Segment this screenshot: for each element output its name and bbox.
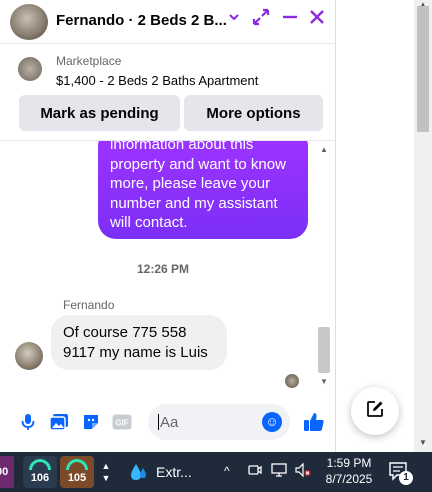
sender-avatar[interactable] [15, 342, 43, 370]
chat-title[interactable]: Fernando · 2 Beds 2 B... [56, 12, 227, 29]
incoming-message-text: Of course 775 558 9117 my name is Luis [63, 324, 208, 361]
incoming-message[interactable]: Of course 775 558 9117 my name is Luis [51, 315, 227, 370]
message-input-container[interactable]: ☺ [148, 404, 290, 440]
water-drop-icon [131, 464, 146, 480]
gif-icon[interactable]: GIF [112, 412, 132, 432]
taskbar-app-2-value: 106 [30, 472, 50, 484]
taskbar-clock[interactable]: 1:59 PM 8/7/2025 [318, 455, 380, 487]
message-scrollbar[interactable]: ▲ ▼ [316, 143, 332, 391]
network-icon[interactable] [270, 462, 288, 483]
message-scroll-thumb[interactable] [318, 327, 330, 373]
close-icon[interactable] [308, 8, 326, 31]
page-scroll-thumb[interactable] [417, 6, 429, 132]
compose-icon [366, 400, 384, 423]
chat-header: Fernando · 2 Beds 2 B... [0, 0, 336, 44]
taskbar-app-1-value: 00 [0, 466, 9, 478]
message-list: information about this property and want… [0, 141, 316, 397]
taskbar-app-1[interactable]: 00 [0, 456, 14, 488]
svg-text:GIF: GIF [115, 419, 128, 428]
listing-title[interactable]: $1,400 - 2 Beds 2 Baths Apartment [56, 73, 258, 88]
more-options-button[interactable]: More options [184, 95, 323, 131]
contact-avatar[interactable] [10, 4, 48, 40]
chat-panel: Fernando · 2 Beds 2 B... Marketplace $1,… [0, 0, 336, 452]
meet-now-icon[interactable] [247, 462, 263, 483]
emoji-icon[interactable]: ☺ [262, 412, 282, 432]
chevron-down-icon[interactable]: ▼ [102, 472, 111, 484]
taskbar-scroll[interactable]: ▲ ▼ [96, 456, 116, 488]
clock-time: 1:59 PM [326, 456, 372, 470]
image-icon[interactable] [49, 412, 69, 432]
scroll-down-icon[interactable]: ▼ [316, 377, 332, 386]
volume-muted-icon[interactable] [294, 462, 312, 483]
seen-indicator-avatar [285, 374, 299, 388]
sender-name: Fernando [63, 298, 115, 312]
expand-icon[interactable] [252, 8, 270, 31]
page-scrollbar[interactable]: ▲ ▼ [414, 0, 432, 452]
chevron-down-icon[interactable] [228, 10, 240, 28]
mic-icon[interactable] [18, 412, 38, 432]
show-hidden-icons-icon[interactable]: ^ [224, 464, 230, 478]
marketplace-label: Marketplace [56, 54, 122, 68]
message-timestamp: 12:26 PM [136, 262, 190, 276]
minimize-icon[interactable] [281, 8, 299, 31]
new-message-button[interactable] [351, 387, 399, 435]
scroll-up-icon[interactable]: ▲ [316, 145, 332, 154]
scroll-down-icon[interactable]: ▼ [414, 438, 432, 447]
taskbar-app-3-value: 105 [67, 472, 87, 484]
outgoing-message-text: information about this property and want… [110, 141, 286, 231]
gauge-icon [66, 459, 88, 470]
taskbar-app-2[interactable]: 106 [23, 456, 57, 488]
chevron-up-icon[interactable]: ▲ [102, 460, 111, 472]
message-input[interactable] [160, 412, 256, 432]
sticker-icon[interactable] [81, 412, 101, 432]
taskbar-app-label: Extr... [156, 464, 192, 480]
mark-as-pending-button[interactable]: Mark as pending [19, 95, 180, 131]
clock-date: 8/7/2025 [325, 472, 373, 486]
notification-count: 1 [399, 471, 413, 485]
taskbar-app-3[interactable]: 105 [60, 456, 94, 488]
taskbar-app-extr[interactable]: Extr... [128, 456, 208, 488]
outgoing-message[interactable]: information about this property and want… [98, 141, 308, 239]
gauge-icon [29, 459, 51, 470]
like-icon[interactable] [302, 410, 326, 434]
listing-thumbnail[interactable] [18, 57, 42, 81]
text-caret [158, 414, 159, 430]
notification-center[interactable]: 1 [388, 460, 413, 485]
